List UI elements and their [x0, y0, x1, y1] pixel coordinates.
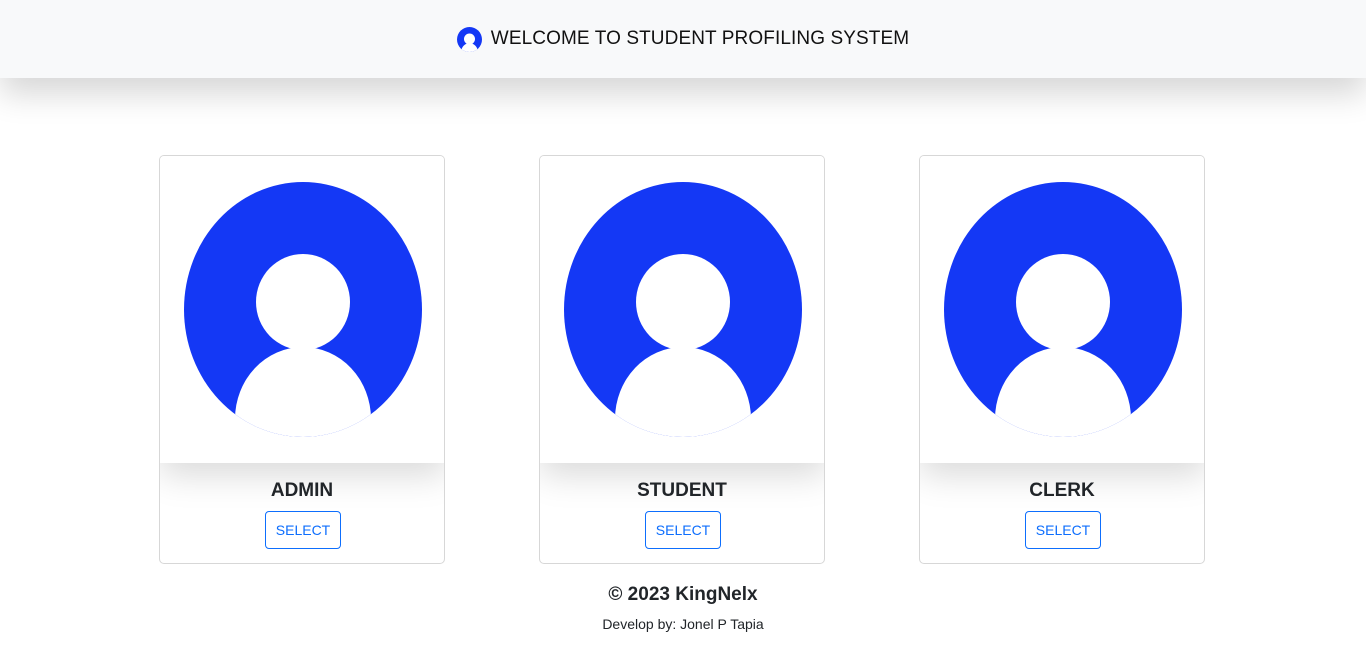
- user-avatar-icon: [184, 156, 422, 437]
- navbar: WELCOME TO STUDENT PROFILING SYSTEM: [0, 0, 1366, 78]
- card-title: CLERK: [1029, 480, 1095, 501]
- select-clerk-button[interactable]: SELECT: [1025, 511, 1101, 549]
- card-title: ADMIN: [270, 480, 334, 501]
- developer-credit: Develop by: Jonel P Tapia: [602, 616, 764, 632]
- card-image: [540, 156, 824, 463]
- footer: © 2023 KingNelx Develop by: Jonel P Tapi…: [0, 583, 1366, 633]
- select-admin-button[interactable]: SELECT: [265, 511, 341, 549]
- user-avatar-icon: [564, 156, 802, 437]
- card-title: STUDENT: [637, 480, 727, 501]
- role-card-student: STUDENT SELECT: [539, 155, 825, 564]
- user-avatar-icon: [944, 156, 1182, 437]
- role-card-admin: ADMIN SELECT: [159, 155, 445, 564]
- card-image: [160, 156, 444, 463]
- copyright-text: © 2023 KingNelx: [608, 584, 758, 605]
- role-card-clerk: CLERK SELECT: [919, 155, 1205, 564]
- select-student-button[interactable]: SELECT: [645, 511, 721, 549]
- navbar-brand[interactable]: WELCOME TO STUDENT PROFILING SYSTEM: [456, 26, 910, 52]
- card-image: [920, 156, 1204, 463]
- navbar-title: WELCOME TO STUDENT PROFILING SYSTEM: [490, 28, 910, 49]
- user-avatar-icon: [456, 26, 482, 52]
